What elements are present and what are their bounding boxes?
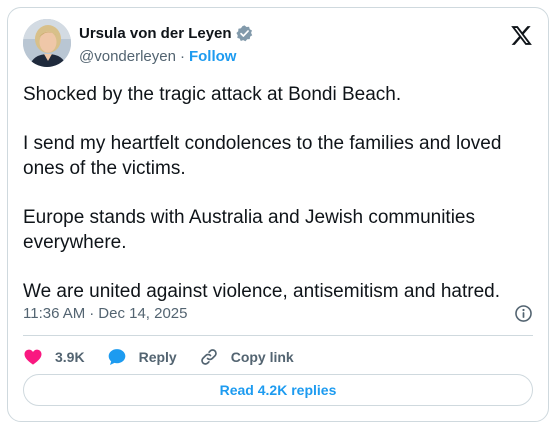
handle-separator: · (179, 48, 185, 65)
reply-label: Reply (138, 349, 177, 365)
tweet-paragraph: Europe stands with Australia and Jewish … (23, 207, 476, 253)
tweet-time[interactable]: 11:36 AM (23, 305, 85, 322)
avatar[interactable] (23, 19, 71, 67)
divider (23, 335, 533, 336)
verified-badge-icon (235, 25, 252, 42)
like-button[interactable]: 3.9K (23, 347, 85, 367)
author-handle-row: @vonderleyen · Follow (79, 48, 236, 65)
tweet-date[interactable]: Dec 14, 2025 (98, 305, 187, 322)
avatar-portrait (23, 19, 71, 67)
follow-button[interactable]: Follow (189, 48, 237, 65)
tweet-paragraph: Shocked by the tragic attack at Bondi Be… (23, 84, 402, 105)
tweet-paragraph: I send my heartfelt condolences to the f… (23, 133, 502, 179)
copy-link-label: Copy link (230, 349, 294, 365)
copy-link-button[interactable]: Copy link (199, 347, 294, 367)
author-name[interactable]: Ursula von der Leyen (79, 25, 232, 42)
author-name-row: Ursula von der Leyen (79, 25, 253, 42)
tweet-timestamp[interactable]: 11:36 AM · Dec 14, 2025 (23, 305, 188, 322)
reply-button[interactable]: Reply (107, 347, 177, 367)
tweet-actions: 3.9K Reply Copy link (23, 345, 316, 369)
tweet-text: Shocked by the tragic attack at Bondi Be… (23, 82, 538, 304)
author-handle[interactable]: @vonderleyen (79, 48, 176, 65)
speech-bubble-icon (108, 349, 125, 365)
read-replies-button[interactable]: Read 4.2K replies (23, 374, 533, 406)
heart-icon (24, 349, 42, 365)
tweet-paragraph: We are united against violence, antisemi… (23, 281, 501, 302)
x-logo-icon[interactable] (510, 24, 533, 47)
link-icon (200, 349, 217, 365)
tweet-card: Ursula von der Leyen @vonderleyen · Foll… (7, 7, 549, 422)
timestamp-separator: · (89, 305, 95, 322)
like-count: 3.9K (55, 349, 85, 365)
info-icon[interactable] (514, 304, 533, 323)
